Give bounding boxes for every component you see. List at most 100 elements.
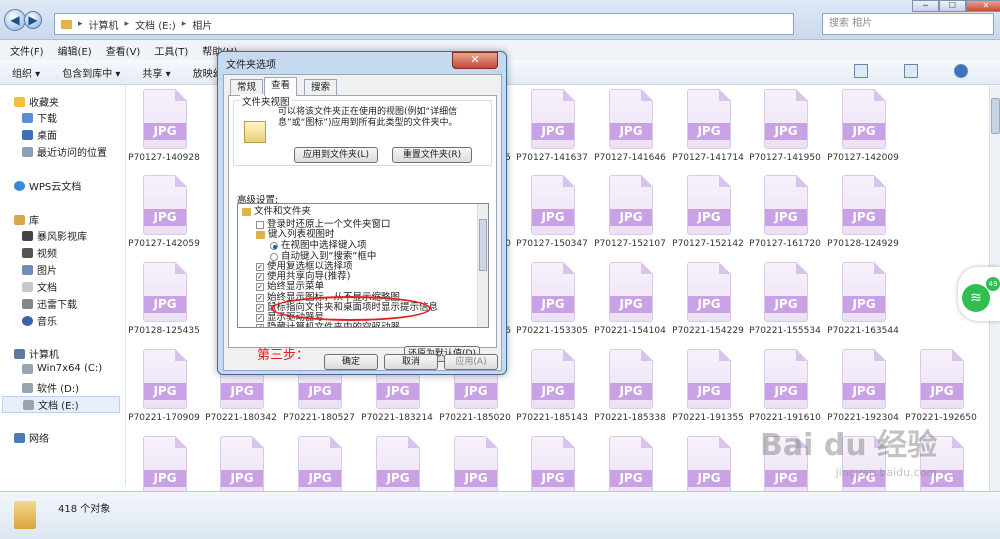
nav-xunlei[interactable]: 迅雷下载 xyxy=(22,296,77,311)
nav-libraries[interactable]: 库 xyxy=(14,212,39,227)
nav-computer[interactable]: 计算机 xyxy=(14,346,59,361)
cancel-button[interactable]: 取消 xyxy=(384,354,438,370)
back-button[interactable]: ◀ xyxy=(4,9,26,31)
file-item[interactable]: JPG xyxy=(672,433,744,491)
file-item[interactable]: JPG P70127-150347 xyxy=(516,172,588,256)
jpg-file-icon: JPG xyxy=(842,89,886,149)
nav-recent[interactable]: 最近访问的位置 xyxy=(22,144,107,159)
tree-scrollbar[interactable] xyxy=(477,204,488,327)
file-item[interactable]: JPG P70221-163544 xyxy=(827,259,899,343)
dialog-body: 常规 查看 搜索 文件夹视图 可以将该文件夹正在使用的视图(例如“详细信息”或“… xyxy=(223,74,502,371)
file-item[interactable]: JPG P70127-152142 xyxy=(672,172,744,256)
nav-downloads[interactable]: 下载 xyxy=(22,110,57,125)
preview-pane-icon[interactable] xyxy=(904,64,918,78)
file-item[interactable]: JPG P70221-154229 xyxy=(672,259,744,343)
nav-network[interactable]: 网络 xyxy=(14,430,49,445)
maximize-button[interactable]: ☐ xyxy=(939,0,966,12)
video-library-icon xyxy=(22,230,33,241)
nav-pictures[interactable]: 图片 xyxy=(22,262,57,277)
nav-wps-cloud[interactable]: WPS云文档 xyxy=(14,178,81,193)
tree-item-check[interactable]: ✓ 隐藏计算机文件夹中的空驱动器 xyxy=(256,323,400,327)
scroll-thumb[interactable] xyxy=(991,98,1000,134)
file-type-label: JPG xyxy=(688,123,730,140)
file-item[interactable]: JPG P70221-191355 xyxy=(672,346,744,430)
nav-documents[interactable]: 文档 xyxy=(22,279,57,294)
nav-drive-c[interactable]: Win7x64 (C:) xyxy=(22,363,102,374)
file-item[interactable]: JPG xyxy=(516,433,588,491)
apply-to-folders-button[interactable]: 应用到文件夹(L) xyxy=(294,147,378,163)
file-item[interactable]: JPG P70221-192650 xyxy=(905,346,977,430)
share-button[interactable]: 共享 ▾ xyxy=(142,65,170,80)
file-type-label: JPG xyxy=(377,470,419,487)
menu-edit[interactable]: 编辑(E) xyxy=(58,43,92,58)
window-controls: ─ ☐ ✕ xyxy=(912,0,1000,12)
tree-item-check[interactable]: ✓ 始终显示菜单 xyxy=(256,282,324,292)
file-item[interactable]: JPG P70128-125435 xyxy=(128,259,200,343)
file-item[interactable]: JPG P70221-153305 xyxy=(516,259,588,343)
file-item[interactable]: JPG P70127-141646 xyxy=(594,86,666,170)
search-input[interactable]: 搜索 相片 xyxy=(822,13,994,35)
breadcrumb-drive[interactable]: 文档 (E:) xyxy=(135,17,176,32)
ok-button[interactable]: 确定 xyxy=(324,354,378,370)
file-item[interactable]: JPG P70127-141637 xyxy=(516,86,588,170)
file-item[interactable]: JPG P70127-142009 xyxy=(827,86,899,170)
file-item[interactable]: JPG P70128-124929 xyxy=(827,172,899,256)
baidu-watermark: Bai du 经验 jingyan.baidu.com xyxy=(760,420,937,479)
radio-icon xyxy=(270,253,278,261)
dialog-close-button[interactable]: ✕ xyxy=(452,52,498,69)
close-window-button[interactable]: ✕ xyxy=(966,0,1000,12)
breadcrumb-computer[interactable]: 计算机 xyxy=(89,17,119,32)
tab-view[interactable]: 查看 xyxy=(264,77,298,96)
file-item[interactable]: JPG P70221-170909 xyxy=(128,346,200,430)
file-item[interactable]: JPG P70127-141950 xyxy=(749,86,821,170)
minimize-button[interactable]: ─ xyxy=(912,0,939,12)
menu-file[interactable]: 文件(F) xyxy=(10,43,44,58)
file-item[interactable]: JPG xyxy=(439,433,511,491)
video-icon xyxy=(22,247,33,258)
file-item[interactable]: JPG xyxy=(361,433,433,491)
file-item[interactable]: JPG xyxy=(128,433,200,491)
file-item[interactable]: JPG P70127-152107 xyxy=(594,172,666,256)
jpg-file-icon: JPG xyxy=(687,262,731,322)
address-field[interactable]: ▸ 计算机 ▸ 文档 (E:) ▸ 相片 xyxy=(54,13,794,35)
file-name: P70127-142009 xyxy=(827,153,899,163)
floating-network-widget[interactable]: ≋ 49 xyxy=(958,267,1000,321)
nav-favorites[interactable]: 收藏夹 xyxy=(14,94,59,109)
organize-button[interactable]: 组织 ▾ xyxy=(12,65,40,80)
file-item[interactable]: JPG P70127-142059 xyxy=(128,172,200,256)
menu-tools[interactable]: 工具(T) xyxy=(154,43,188,58)
nav-music[interactable]: 音乐 xyxy=(22,313,57,328)
menu-view[interactable]: 查看(V) xyxy=(106,43,141,58)
view-options-icon[interactable] xyxy=(854,64,868,78)
breadcrumb-folder[interactable]: 相片 xyxy=(192,17,212,32)
nav-videos[interactable]: 视频 xyxy=(22,245,57,260)
reset-folders-button[interactable]: 重置文件夹(R) xyxy=(392,147,472,163)
nav-desktop[interactable]: 桌面 xyxy=(22,127,57,142)
help-icon[interactable] xyxy=(954,64,968,78)
file-item[interactable]: JPG P70221-185338 xyxy=(594,346,666,430)
file-item[interactable]: JPG P70221-155534 xyxy=(749,259,821,343)
file-item[interactable]: JPG P70127-161720 xyxy=(749,172,821,256)
file-item[interactable]: JPG xyxy=(283,433,355,491)
nav-drive-e[interactable]: 文档 (E:) xyxy=(2,396,120,413)
file-name: P70221-180527 xyxy=(283,413,355,423)
forward-button[interactable]: ▶ xyxy=(24,11,42,29)
file-item[interactable]: JPG xyxy=(594,433,666,491)
nav-label: 视频 xyxy=(37,249,57,260)
file-item[interactable]: JPG P70221-192304 xyxy=(827,346,899,430)
tab-general[interactable]: 常规 xyxy=(230,79,264,95)
tab-search[interactable]: 搜索 xyxy=(304,79,338,95)
file-item[interactable]: JPG P70221-154104 xyxy=(594,259,666,343)
include-in-library-button[interactable]: 包含到库中 ▾ xyxy=(62,65,120,80)
tree-item-radio[interactable]: 在视图中选择键入项 xyxy=(270,241,367,251)
nav-baofeng[interactable]: 暴风影视库 xyxy=(22,228,87,243)
file-item[interactable]: JPG xyxy=(205,433,277,491)
file-item[interactable]: JPG P70221-185143 xyxy=(516,346,588,430)
file-item[interactable]: JPG P70127-140928 xyxy=(128,86,200,170)
file-item[interactable]: JPG P70127-141714 xyxy=(672,86,744,170)
tree-scroll-thumb[interactable] xyxy=(479,219,487,271)
apply-button[interactable]: 应用(A) xyxy=(444,354,498,370)
breadcrumb-separator: ▸ xyxy=(124,19,130,29)
file-item[interactable]: JPG P70221-191610 xyxy=(749,346,821,430)
nav-drive-d[interactable]: 软件 (D:) xyxy=(22,380,79,395)
